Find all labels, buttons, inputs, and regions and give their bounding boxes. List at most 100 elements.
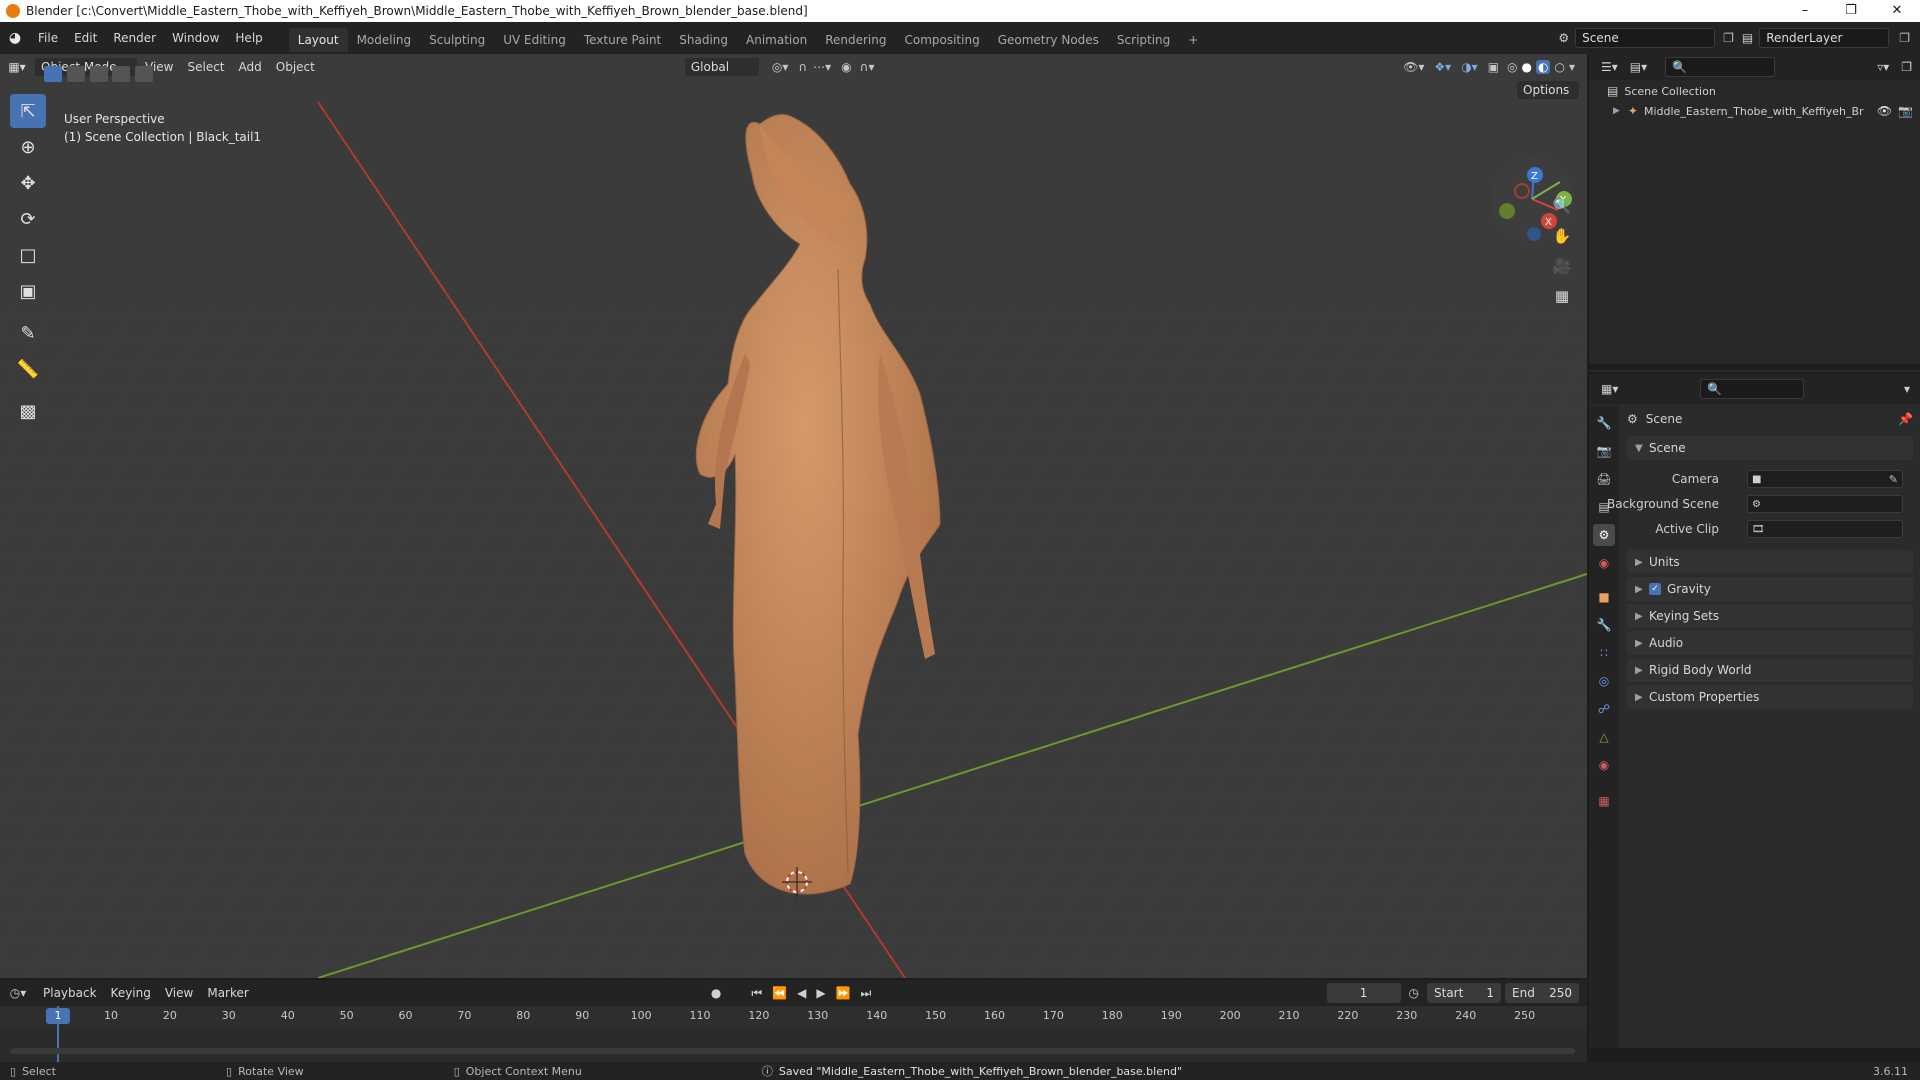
tab-rendering[interactable]: Rendering	[816, 28, 895, 52]
gravity-checkbox[interactable]: ✓	[1649, 583, 1661, 595]
scene-panel-header[interactable]: ▼ Scene	[1627, 436, 1913, 460]
add-cube-tool-icon[interactable]: ▩	[10, 394, 46, 428]
data-tab-icon[interactable]: △	[1593, 726, 1615, 748]
snap-icon[interactable]: ∩	[798, 60, 807, 74]
render-tab-icon[interactable]: 📷	[1593, 440, 1615, 462]
xray-toggle-icon[interactable]: ▣	[1488, 60, 1499, 74]
select-extend-icon[interactable]	[66, 66, 85, 82]
jump-start-icon[interactable]: ⏮	[751, 986, 762, 1001]
move-tool-icon[interactable]: ✥	[10, 166, 46, 200]
annotate-tool-icon[interactable]: ✎	[10, 316, 46, 350]
transform-tool-icon[interactable]: ▣	[10, 274, 46, 308]
overlay-toggle-icon[interactable]: ◑▾	[1461, 60, 1478, 74]
tab-compositing[interactable]: Compositing	[895, 28, 988, 52]
timeline-editor-type-icon[interactable]: ◷▾	[0, 986, 36, 1000]
3d-viewport[interactable]: Z X Y ▦▾ Object Mode View Select Add Obj…	[0, 54, 1587, 978]
playhead-frame-badge[interactable]: 1	[46, 1008, 70, 1024]
wireframe-shading-icon[interactable]: ◎	[1507, 60, 1517, 74]
menu-select[interactable]: Select	[180, 54, 231, 80]
scene-field[interactable]: Scene	[1575, 28, 1716, 48]
texture-tab-icon[interactable]: ▦	[1593, 790, 1615, 812]
new-collection-icon[interactable]: ❐	[1901, 60, 1912, 74]
end-frame-field[interactable]: End 250	[1505, 983, 1579, 1003]
pin-icon[interactable]: 📌	[1898, 412, 1913, 426]
tab-texture-paint[interactable]: Texture Paint	[575, 28, 670, 52]
outliner-item-thobe[interactable]: ▶ ✦ Middle_Eastern_Thobe_with_Keffiyeh_B…	[1613, 104, 1913, 118]
menu-help[interactable]: Help	[227, 22, 270, 54]
menu-edit[interactable]: Edit	[66, 22, 105, 54]
expand-arrow-icon[interactable]: ▶	[1613, 106, 1620, 116]
menu-window[interactable]: Window	[164, 22, 227, 54]
rigid-body-world-panel[interactable]: ▶ Rigid Body World	[1627, 658, 1913, 682]
tab-animation[interactable]: Animation	[737, 28, 816, 52]
measure-tool-icon[interactable]: 📏	[10, 352, 46, 386]
outliner-editor-type-icon[interactable]: ☰▾	[1601, 60, 1618, 74]
filter-icon[interactable]: ▿▾	[1877, 60, 1889, 74]
menu-marker[interactable]: Marker	[200, 980, 255, 1006]
menu-playback[interactable]: Playback	[36, 980, 104, 1006]
pivot-icon[interactable]: ◎▾	[772, 60, 789, 74]
select-intersect-icon[interactable]	[135, 66, 154, 82]
current-frame-field[interactable]: 1	[1326, 983, 1401, 1003]
ortho-toggle-icon[interactable]: ▦	[1547, 282, 1577, 310]
tab-uv-editing[interactable]: UV Editing	[494, 28, 575, 52]
frame-ruler[interactable]: 1102030405060708090100110120130140150160…	[0, 1006, 1587, 1026]
start-frame-field[interactable]: Start 1	[1427, 983, 1501, 1003]
material-shading-icon[interactable]: ◐	[1536, 60, 1551, 74]
tab-shading[interactable]: Shading	[670, 28, 737, 52]
timeline-scrollbar[interactable]	[10, 1048, 1575, 1054]
view-layer-icon[interactable]: ▤	[1742, 31, 1753, 45]
eyedropper-icon[interactable]: ✎	[1889, 473, 1898, 486]
outliner-scrollbar[interactable]	[1589, 364, 1920, 370]
tab-geometry-nodes[interactable]: Geometry Nodes	[989, 28, 1108, 52]
keying-sets-panel[interactable]: ▶ Keying Sets	[1627, 604, 1913, 628]
properties-search-input[interactable]: 🔍	[1700, 379, 1805, 399]
properties-editor-type-icon[interactable]: ▦▾	[1601, 382, 1618, 396]
tool-tab-icon[interactable]: 🔧	[1593, 412, 1615, 434]
solid-shading-icon[interactable]: ●	[1522, 60, 1532, 74]
tab-sculpting[interactable]: Sculpting	[420, 28, 494, 52]
play-icon[interactable]: ▶	[816, 986, 825, 1000]
scale-tool-icon[interactable]: □	[10, 238, 46, 272]
menu-file[interactable]: File	[30, 22, 66, 54]
rendered-shading-icon[interactable]: ○	[1554, 60, 1564, 74]
maximize-button[interactable]: ❐	[1828, 0, 1874, 22]
shading-options-icon[interactable]: ▾	[1569, 60, 1575, 74]
rotate-tool-icon[interactable]: ⟳	[10, 202, 46, 236]
play-reverse-icon[interactable]: ◀	[797, 986, 806, 1000]
scene-selector-icon[interactable]: ⚙	[1558, 31, 1569, 45]
new-view-layer-icon[interactable]: ❐	[1899, 31, 1910, 45]
menu-object[interactable]: Object	[269, 54, 322, 80]
editor-type-icon[interactable]: ▦▾	[0, 60, 34, 74]
active-clip-field[interactable]: 🎞	[1747, 520, 1903, 538]
jump-prev-keyframe-icon[interactable]: ⏪	[772, 986, 787, 1000]
new-scene-icon[interactable]: ❐	[1723, 31, 1734, 45]
gizmo-toggle-icon[interactable]: ❖▾	[1434, 60, 1451, 74]
gravity-panel[interactable]: ▶ ✓ Gravity	[1627, 577, 1913, 601]
units-panel[interactable]: ▶ Units	[1627, 550, 1913, 574]
display-mode-icon[interactable]: ▤▾	[1630, 60, 1647, 74]
outliner-scene-collection[interactable]: ▤ Scene Collection	[1607, 84, 1716, 98]
physics-tab-icon[interactable]: ◎	[1593, 670, 1615, 692]
visibility-selector-icon[interactable]: 👁▾	[1403, 60, 1424, 74]
tab-layout[interactable]: Layout	[288, 28, 348, 52]
camera-view-icon[interactable]: 🎥	[1547, 252, 1577, 280]
properties-options-icon[interactable]: ▾	[1904, 382, 1910, 396]
select-invert-icon[interactable]	[112, 66, 131, 82]
outliner-search-input[interactable]: 🔍	[1665, 57, 1776, 77]
proportional-edit-icon[interactable]: ◉	[841, 60, 851, 74]
menu-timeline-view[interactable]: View	[158, 980, 200, 1006]
select-box-tool-icon[interactable]: ⇱	[10, 94, 46, 128]
select-new-icon[interactable]	[44, 66, 62, 82]
object-tab-icon[interactable]: ■	[1593, 586, 1615, 608]
background-scene-field[interactable]: ⚙	[1747, 495, 1903, 513]
constraints-tab-icon[interactable]: ☍	[1593, 698, 1615, 720]
menu-add[interactable]: Add	[232, 54, 269, 80]
menu-keying[interactable]: Keying	[104, 980, 158, 1006]
snap-settings-icon[interactable]: ⋯▾	[813, 60, 831, 74]
tab-modeling[interactable]: Modeling	[348, 28, 421, 52]
blender-menu-icon[interactable]: ◕	[0, 30, 30, 46]
world-tab-icon[interactable]: ◉	[1593, 552, 1615, 574]
tab-scripting[interactable]: Scripting	[1108, 28, 1179, 52]
jump-end-icon[interactable]: ⏭	[861, 986, 872, 1001]
